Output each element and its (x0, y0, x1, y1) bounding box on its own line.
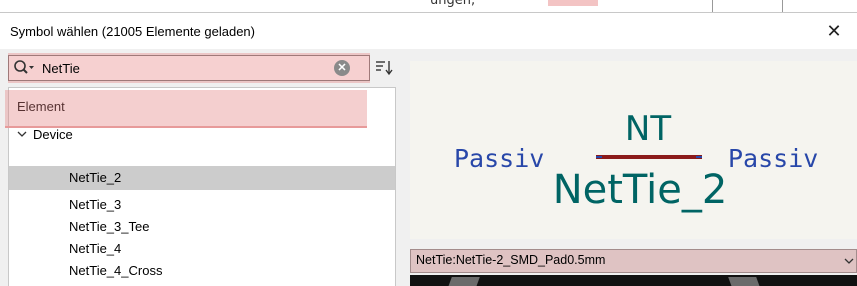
tree-item[interactable]: NetTie_2 (9, 166, 395, 190)
pin-type-right: Passiv (728, 144, 818, 173)
title-bar: Symbol wählen (21005 Elemente geladen) ✕ (0, 13, 857, 49)
search-value[interactable]: NetTie (42, 61, 80, 76)
background-window-strip: ungen, (0, 0, 857, 12)
close-button[interactable]: ✕ (811, 13, 857, 49)
background-text: ungen, (430, 0, 476, 8)
tree-item[interactable]: NetTie_4_Cross (9, 260, 395, 282)
symbol-reference: NT (625, 109, 671, 149)
close-icon: ✕ (826, 20, 842, 41)
tree-item-label: NetTie_3 (69, 197, 122, 212)
background-highlight (548, 0, 598, 6)
tree-item[interactable]: NetTie_3 (9, 194, 395, 216)
symbol-preview-canvas: NT Passiv Passiv NetTie_2 (454, 109, 818, 213)
symbol-chooser-dialog: Symbol wählen (21005 Elemente geladen) ✕… (0, 12, 857, 286)
background-divider (782, 0, 783, 12)
tree-item[interactable]: NetTie_4 (9, 238, 395, 260)
clear-search-icon[interactable]: ✕ (334, 60, 350, 76)
chevron-down-icon[interactable] (16, 127, 28, 141)
footprint-pad (448, 277, 480, 286)
chevron-down-icon[interactable] (843, 255, 855, 267)
tree-item-label: NetTie_4 (69, 241, 122, 256)
tree-item-label: NetTie_2 (69, 170, 122, 185)
tree-item-label: NetTie_4_Cross (69, 263, 163, 278)
background-divider (712, 0, 713, 12)
sort-button[interactable] (372, 56, 396, 80)
selected-row-underline (5, 90, 367, 128)
symbol-preview: NT Passiv Passiv NetTie_2 (410, 61, 857, 239)
search-icon[interactable] (13, 59, 35, 77)
pin-type-left: Passiv (454, 144, 544, 173)
tree-item-label: NetTie_3_Tee (69, 219, 150, 234)
footprint-preview (410, 275, 857, 286)
window-title: Symbol wählen (21005 Elemente geladen) (10, 24, 255, 39)
symbol-value: NetTie_2 (553, 167, 728, 213)
footprint-pad (728, 277, 760, 286)
sort-alpha-icon (376, 61, 393, 76)
tree-item[interactable]: NetTie_3_Tee (9, 216, 395, 238)
footprint-select-value[interactable]: NetTie:NetTie-2_SMD_Pad0.5mm (416, 253, 605, 267)
tree-library-label: Device (33, 127, 73, 142)
